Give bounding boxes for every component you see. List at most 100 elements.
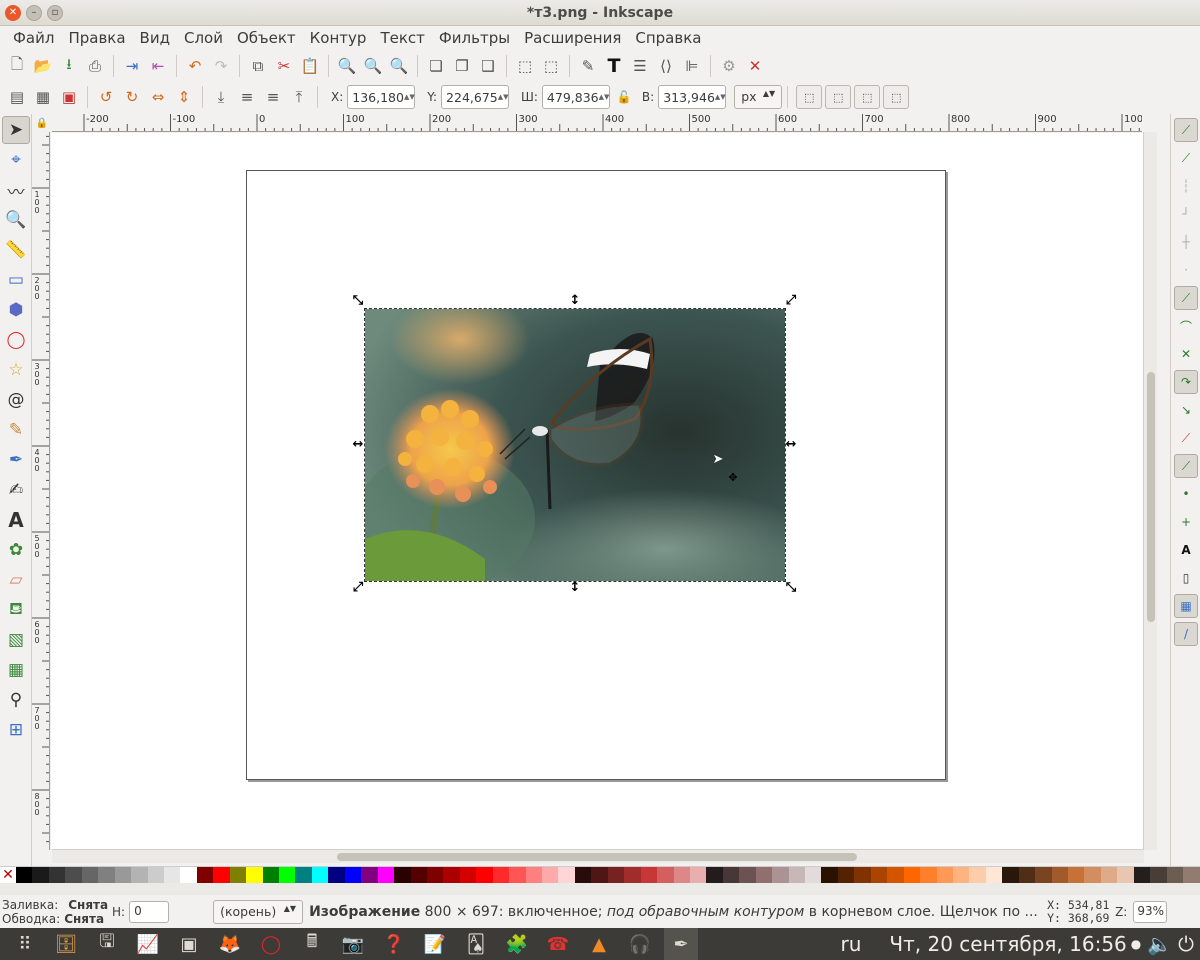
fill-stroke-indicator[interactable]: Заливка: Снята Обводка: Снята xyxy=(0,898,110,926)
menu-edit[interactable]: Правка xyxy=(61,29,132,47)
spin-arrows-icon[interactable]: ▲▼ xyxy=(404,93,415,101)
connector-tool-icon[interactable]: ⊞ xyxy=(2,716,30,744)
lower-icon[interactable]: ≡ xyxy=(234,84,260,110)
palette-scrollbar[interactable] xyxy=(0,883,1200,895)
snap-bbox-edge-icon[interactable]: ┆ xyxy=(1174,174,1198,198)
snap-path-icon[interactable]: ⌒ xyxy=(1174,314,1198,338)
color-swatch[interactable] xyxy=(969,867,986,883)
group-icon[interactable]: ⬚ xyxy=(512,53,538,79)
rotate-ccw-icon[interactable]: ↺ xyxy=(93,84,119,110)
menu-layer[interactable]: Слой xyxy=(177,29,230,47)
spray-tool-icon[interactable]: ✿ xyxy=(2,536,30,564)
snap-smooth-nodes-icon[interactable]: ↷ xyxy=(1174,370,1198,394)
color-swatch[interactable] xyxy=(739,867,756,883)
height-input[interactable]: 313,946 ▲▼ xyxy=(658,85,727,109)
snap-bbox-center-icon[interactable]: · xyxy=(1174,258,1198,282)
color-swatch[interactable] xyxy=(311,867,329,883)
volume-icon[interactable]: 🔈 xyxy=(1147,932,1172,956)
color-swatch[interactable] xyxy=(903,867,921,883)
color-swatch[interactable] xyxy=(952,867,970,883)
color-swatch[interactable] xyxy=(887,867,904,883)
3d-box-tool-icon[interactable]: ⬢ xyxy=(2,296,30,324)
color-swatch[interactable] xyxy=(459,867,477,883)
color-swatch[interactable] xyxy=(476,867,493,883)
minimize-icon[interactable]: – xyxy=(26,5,42,21)
import-icon[interactable]: ⇥ xyxy=(119,53,145,79)
color-swatch[interactable] xyxy=(361,867,378,883)
scale-corners-toggle[interactable]: ⬚ xyxy=(825,85,852,109)
xml-editor-icon[interactable]: ⟨⟩ xyxy=(653,53,679,79)
color-swatch[interactable] xyxy=(1166,867,1184,883)
y-input[interactable]: 224,675 ▲▼ xyxy=(441,85,510,109)
color-swatch[interactable] xyxy=(788,867,805,883)
inkscape-icon[interactable]: ✒ xyxy=(664,928,698,960)
color-swatch[interactable] xyxy=(837,867,855,883)
text-font-icon[interactable]: T xyxy=(601,53,627,79)
unit-select[interactable]: px ▲▼ xyxy=(734,85,783,109)
x-input[interactable]: 136,180 ▲▼ xyxy=(347,85,416,109)
width-input[interactable]: 479,836 ▲▼ xyxy=(541,85,610,109)
selector-tool-icon[interactable]: ➤ xyxy=(2,116,30,144)
apps-grid-icon[interactable]: ⠿ xyxy=(8,928,42,960)
color-swatch[interactable] xyxy=(870,867,888,883)
color-swatch[interactable] xyxy=(196,867,214,883)
pencil-tool-icon[interactable]: ✎ xyxy=(2,416,30,444)
color-swatch[interactable] xyxy=(1035,867,1052,883)
scale-handle-s-icon[interactable]: ↕ xyxy=(568,581,582,595)
raise-icon[interactable]: ≡ xyxy=(260,84,286,110)
star-tool-icon[interactable]: ☆ xyxy=(2,356,30,384)
deselect-icon[interactable]: ▣ xyxy=(56,84,82,110)
snap-text-icon[interactable]: A xyxy=(1174,538,1198,562)
phone-icon[interactable]: ☎ xyxy=(541,928,575,960)
color-swatch[interactable] xyxy=(1018,867,1036,883)
color-swatch[interactable] xyxy=(81,867,99,883)
move-gradients-toggle[interactable]: ⬚ xyxy=(854,85,881,109)
puzzle-icon[interactable]: 🧩 xyxy=(500,928,534,960)
menu-view[interactable]: Вид xyxy=(133,29,177,47)
color-swatch[interactable] xyxy=(607,867,625,883)
color-swatch[interactable] xyxy=(410,867,427,883)
dropper-tool-icon[interactable]: ⚲ xyxy=(2,686,30,714)
color-swatch[interactable] xyxy=(509,867,526,883)
menu-object[interactable]: Объект xyxy=(230,29,303,47)
color-swatch[interactable] xyxy=(295,867,312,883)
terminal-icon[interactable]: ▣ xyxy=(172,928,206,960)
snap-bbox-corner-icon[interactable]: ┘ xyxy=(1174,202,1198,226)
help-icon[interactable]: ❓ xyxy=(377,928,411,960)
color-swatch[interactable] xyxy=(689,867,707,883)
color-swatch[interactable] xyxy=(1117,867,1134,883)
ellipse-tool-icon[interactable]: ◯ xyxy=(2,326,30,354)
duplicate-icon[interactable]: ❏ xyxy=(423,53,449,79)
new-document-icon[interactable]: 🗋 xyxy=(4,53,30,79)
color-swatch[interactable] xyxy=(772,867,789,883)
snap-page-border-icon[interactable]: ▯ xyxy=(1174,566,1198,590)
color-swatch[interactable] xyxy=(147,867,164,883)
audio-player-icon[interactable]: 🎧 xyxy=(623,928,657,960)
rotate-cw-icon[interactable]: ↻ xyxy=(119,84,145,110)
color-swatch[interactable] xyxy=(805,867,822,883)
text-editor-icon[interactable]: 📝 xyxy=(418,928,452,960)
color-swatch[interactable] xyxy=(574,867,592,883)
color-swatch[interactable] xyxy=(394,867,411,883)
snap-grid-icon[interactable]: ▦ xyxy=(1174,594,1198,618)
menu-filters[interactable]: Фильтры xyxy=(432,29,517,47)
color-swatch[interactable] xyxy=(854,867,871,883)
copy-icon[interactable]: ⧉ xyxy=(245,53,271,79)
align-distribute-icon[interactable]: ⊫ xyxy=(679,53,705,79)
zoom-input[interactable]: 93% xyxy=(1133,901,1168,923)
snap-others-icon[interactable]: ⟋ xyxy=(1174,426,1198,450)
flip-horizontal-icon[interactable]: ⇔ xyxy=(145,84,171,110)
color-swatch[interactable] xyxy=(558,867,575,883)
color-swatch[interactable] xyxy=(48,867,66,883)
gradient-tool-icon[interactable]: ▧ xyxy=(2,626,30,654)
color-swatch[interactable] xyxy=(542,867,559,883)
spiral-tool-icon[interactable]: @ xyxy=(2,386,30,414)
snap-bbox-midpoint-icon[interactable]: ┼ xyxy=(1174,230,1198,254)
layer-select[interactable]: (корень) ▲▼ xyxy=(213,900,304,924)
text-tool-icon[interactable]: A xyxy=(2,506,30,534)
layers-icon[interactable]: ☰ xyxy=(627,53,653,79)
color-swatch[interactable] xyxy=(16,867,33,883)
color-swatch[interactable] xyxy=(591,867,608,883)
undo-icon[interactable]: ↶ xyxy=(182,53,208,79)
scale-stroke-toggle[interactable]: ⬚ xyxy=(796,85,823,109)
